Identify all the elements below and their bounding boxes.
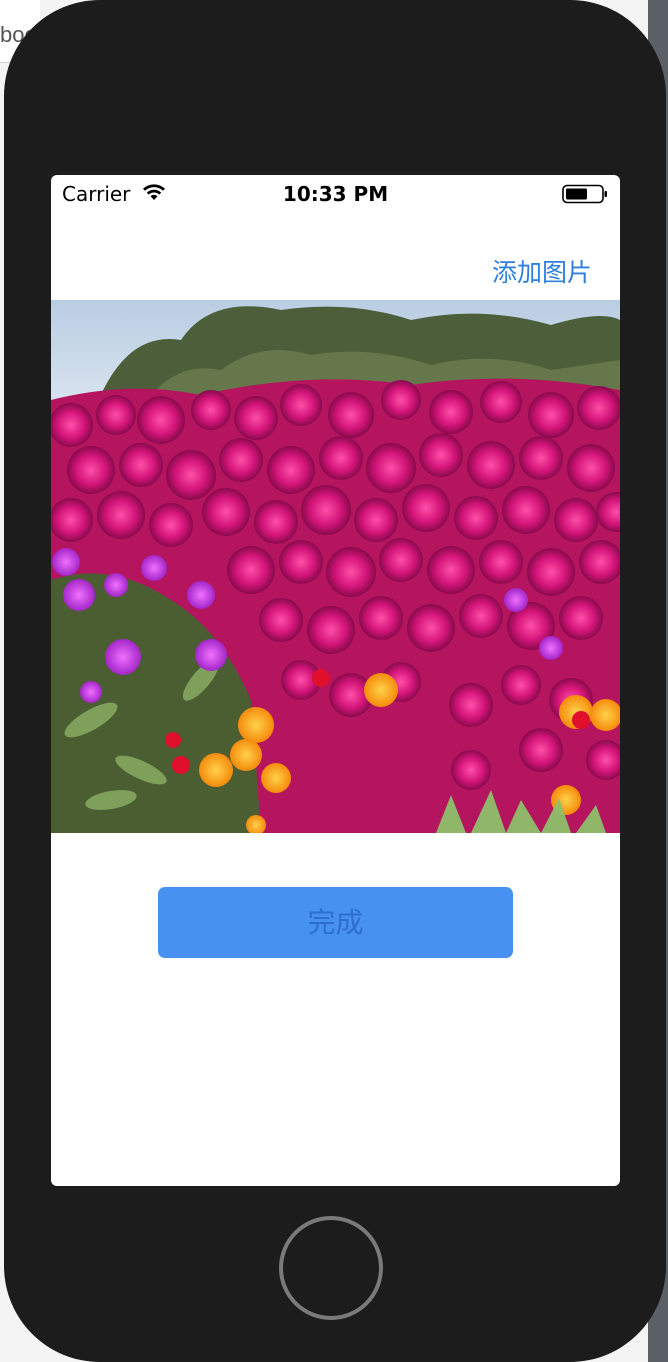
- done-button[interactable]: 完成: [158, 887, 513, 958]
- navigation-bar: 添加图片: [51, 213, 620, 299]
- status-time: 10:33 PM: [282, 182, 389, 206]
- selected-photo: [51, 300, 620, 833]
- battery-icon: [562, 184, 607, 204]
- home-button[interactable]: [279, 1216, 383, 1320]
- app-screen: Carrier 10:33 PM 添加图片 完成: [51, 175, 620, 1186]
- add-photo-button[interactable]: 添加图片: [492, 253, 592, 289]
- status-bar: Carrier 10:33 PM: [51, 175, 620, 213]
- flowers-image: [51, 300, 620, 833]
